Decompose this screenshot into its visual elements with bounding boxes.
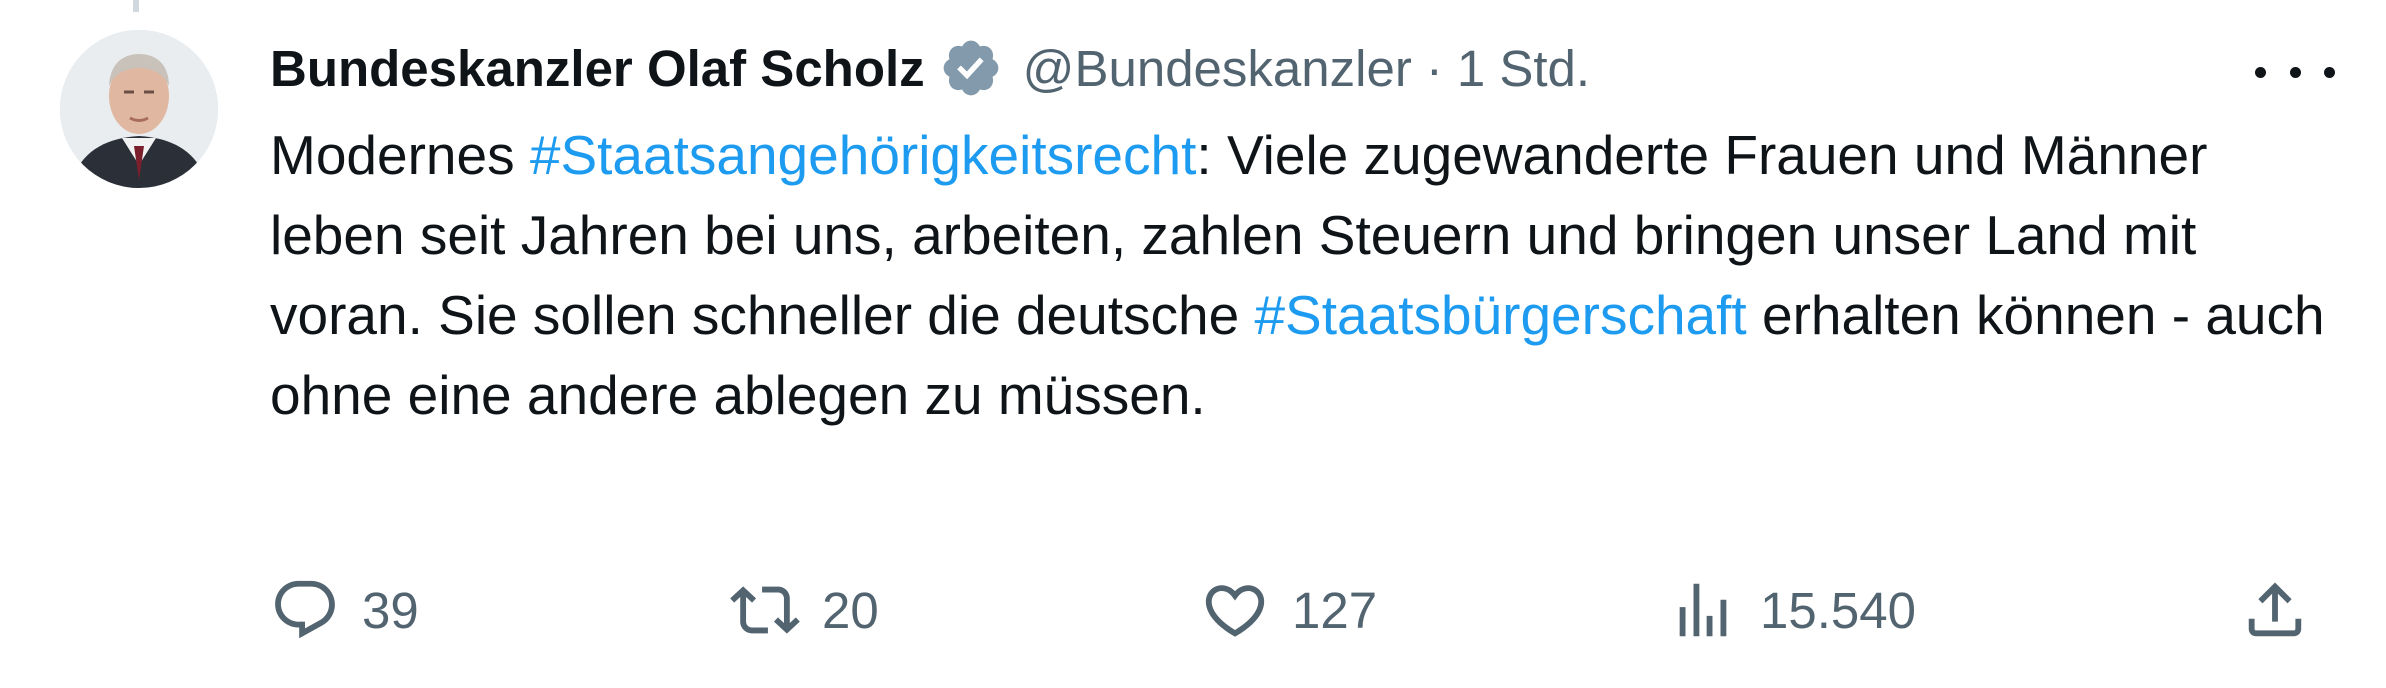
more-dot [2324,66,2335,78]
like-count: 127 [1292,581,1378,639]
more-options-icon[interactable] [2255,52,2335,92]
verified-badge-icon[interactable] [939,36,1003,100]
tweet-action-bar: 39 20 127 15.540 [0,570,2386,650]
thread-connector-line [133,0,139,12]
tweet-text-segment: Modernes [270,124,530,186]
reply-icon [270,575,340,645]
views-button[interactable]: 15.540 [1668,570,1916,650]
reply-button[interactable]: 39 [270,570,419,650]
retweet-button[interactable]: 20 [730,570,879,650]
views-count: 15.540 [1760,581,1916,639]
hashtag-link[interactable]: #Staatsbürgerschaft [1254,284,1746,346]
avatar-image [60,30,218,188]
share-button[interactable] [2240,570,2310,650]
author-display-name[interactable]: Bundeskanzler Olaf Scholz [270,43,925,94]
heart-icon [1200,575,1270,645]
avatar[interactable] [60,30,218,188]
more-dot [2289,66,2301,78]
tweet-timestamp[interactable]: 1 Std. [1457,43,1590,94]
reply-count: 39 [362,581,419,639]
share-icon [2240,575,2310,645]
hashtag-link[interactable]: #Staatsangehörigkeitsrecht [530,124,1197,186]
header-separator: · [1425,39,1443,97]
like-button[interactable]: 127 [1200,570,1377,650]
retweet-icon [730,575,800,645]
tweet-text: Modernes #Staatsangehörigkeitsrecht: Vie… [270,115,2350,435]
tweet-header: Bundeskanzler Olaf Scholz @Bundeskanzler… [270,28,1590,108]
more-dot [2255,66,2266,78]
retweet-count: 20 [822,581,879,639]
author-handle[interactable]: @Bundeskanzler [1023,43,1412,94]
views-icon [1668,575,1738,645]
